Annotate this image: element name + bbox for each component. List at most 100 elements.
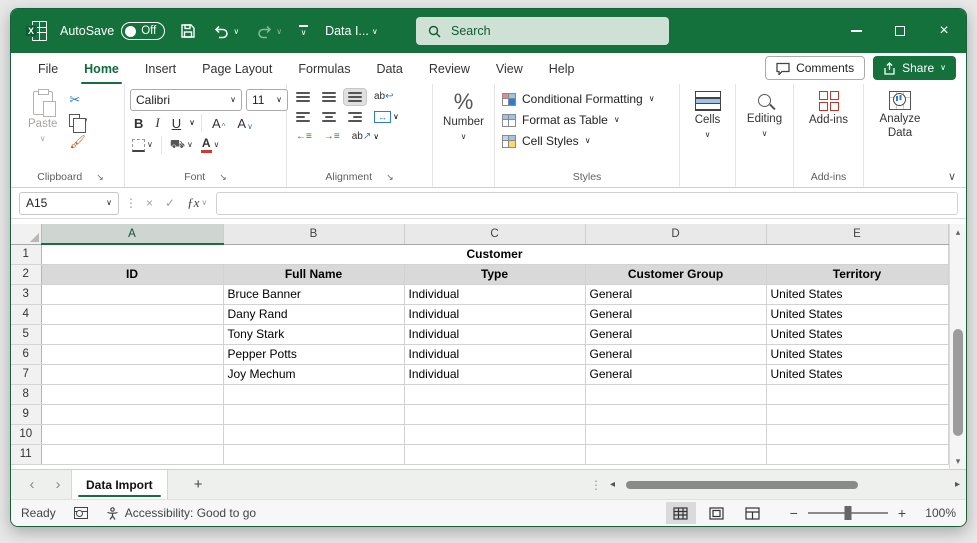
zoom-slider-track[interactable] xyxy=(807,506,888,520)
vertical-scroll-thumb[interactable] xyxy=(953,329,963,436)
cell[interactable] xyxy=(223,404,405,425)
cell[interactable] xyxy=(41,364,224,385)
cells-button[interactable]: Cells ∨ xyxy=(689,89,727,141)
underline-button[interactable]: U xyxy=(168,115,185,132)
cell[interactable]: United States xyxy=(766,364,949,385)
column-header-d[interactable]: D xyxy=(585,224,767,245)
merge-center-button[interactable]: ∨ xyxy=(370,108,403,126)
cell[interactable] xyxy=(41,444,224,465)
share-button[interactable]: Share ∨ xyxy=(873,56,956,80)
alignment-dialog-launcher[interactable]: ↘ xyxy=(386,172,394,183)
row-header-11[interactable]: 11 xyxy=(11,444,42,465)
paste-button[interactable]: Paste ∨ xyxy=(22,89,63,145)
cell-header[interactable]: ID xyxy=(41,264,224,285)
font-dialog-launcher[interactable]: ↘ xyxy=(219,172,227,183)
cell[interactable]: General xyxy=(585,284,767,305)
cell[interactable] xyxy=(585,424,767,445)
macro-record-button[interactable] xyxy=(72,505,90,521)
zoom-out-button[interactable]: − xyxy=(788,505,800,521)
redo-dropdown-icon[interactable]: ∨ xyxy=(276,27,282,36)
cell[interactable]: Joy Mechum xyxy=(223,364,405,385)
cell[interactable] xyxy=(404,444,586,465)
wrap-text-button[interactable]: ab↩ xyxy=(370,89,398,105)
cell[interactable] xyxy=(41,424,224,445)
cell[interactable] xyxy=(223,384,405,405)
minimize-button[interactable] xyxy=(834,9,878,53)
cell[interactable] xyxy=(766,424,949,445)
cell[interactable]: United States xyxy=(766,304,949,325)
normal-view-button[interactable] xyxy=(665,502,696,524)
tab-formulas[interactable]: Formulas xyxy=(285,53,363,84)
tab-review[interactable]: Review xyxy=(416,53,483,84)
horizontal-scrollbar[interactable]: ◂ ▸ xyxy=(610,470,960,499)
horizontal-scroll-thumb[interactable] xyxy=(625,480,858,489)
align-right-button[interactable] xyxy=(344,109,366,124)
sheet-tab-data-import[interactable]: Data Import xyxy=(71,470,168,499)
scroll-left-icon[interactable]: ◂ xyxy=(610,479,615,490)
vertical-scrollbar[interactable]: ▴ ▾ xyxy=(949,224,966,469)
search-box[interactable]: Search xyxy=(416,17,669,45)
addins-button[interactable]: Add-ins xyxy=(803,89,854,130)
row-header-10[interactable]: 10 xyxy=(11,424,42,445)
cell[interactable]: Pepper Potts xyxy=(223,344,405,365)
new-sheet-button[interactable]: + xyxy=(168,476,229,493)
italic-button[interactable]: I xyxy=(151,114,163,132)
number-format-button[interactable]: % Number ∨ xyxy=(437,89,490,143)
orientation-button[interactable]: ab↗ ∨ xyxy=(348,129,383,145)
cancel-entry-button[interactable]: × xyxy=(143,196,156,210)
confirm-entry-button[interactable]: ✓ xyxy=(162,196,178,210)
comments-button[interactable]: Comments xyxy=(765,56,866,80)
cell[interactable] xyxy=(766,384,949,405)
font-color-button[interactable]: A ∨ xyxy=(199,135,222,155)
tab-view[interactable]: View xyxy=(483,53,536,84)
save-button[interactable] xyxy=(178,21,198,41)
tab-home[interactable]: Home xyxy=(71,53,132,84)
column-header-b[interactable]: B xyxy=(223,224,405,245)
row-header-3[interactable]: 3 xyxy=(11,284,42,305)
customize-quick-access-button[interactable]: ∨ xyxy=(297,23,310,38)
cell[interactable]: Individual xyxy=(404,324,586,345)
sheet-grid[interactable]: A B C D E 1 Customer 2 ID Full Name Type Customer G… xyxy=(11,224,949,469)
copy-button[interactable]: ∨ xyxy=(67,112,90,133)
cell[interactable] xyxy=(404,424,586,445)
cell[interactable]: Individual xyxy=(404,344,586,365)
align-left-button[interactable] xyxy=(292,109,314,124)
close-button[interactable]: × xyxy=(922,9,966,53)
collapse-ribbon-button[interactable]: ∨ xyxy=(948,170,956,183)
tab-help[interactable]: Help xyxy=(536,53,588,84)
cell[interactable] xyxy=(766,404,949,425)
cell-header[interactable]: Type xyxy=(404,264,586,285)
autosave-control[interactable]: AutoSave Off xyxy=(60,22,166,40)
undo-button[interactable]: ∨ xyxy=(211,22,241,41)
cut-button[interactable]: ✂ xyxy=(67,91,90,108)
select-all-corner[interactable] xyxy=(11,224,42,245)
cell[interactable] xyxy=(404,404,586,425)
cell[interactable] xyxy=(766,444,949,465)
center-button[interactable] xyxy=(318,109,340,124)
cell[interactable]: General xyxy=(585,304,767,325)
row-header-1[interactable]: 1 xyxy=(11,244,42,265)
top-align-button[interactable] xyxy=(292,89,314,104)
cell[interactable]: Bruce Banner xyxy=(223,284,405,305)
cell[interactable]: Individual xyxy=(404,364,586,385)
column-header-e[interactable]: E xyxy=(766,224,949,245)
middle-align-button[interactable] xyxy=(318,89,340,104)
decrease-indent-button[interactable]: ←≡ xyxy=(292,129,316,145)
column-header-c[interactable]: C xyxy=(404,224,586,245)
cell-header[interactable]: Customer Group xyxy=(585,264,767,285)
column-header-a[interactable]: A xyxy=(41,224,224,245)
format-painter-button[interactable]: 🖌 xyxy=(67,133,90,150)
clipboard-dialog-launcher[interactable]: ↘ xyxy=(96,172,104,183)
accessibility-status[interactable]: Accessibility: Good to go xyxy=(106,506,256,520)
cell[interactable]: Individual xyxy=(404,284,586,305)
horizontal-scroll-track[interactable] xyxy=(619,480,951,490)
row-header-5[interactable]: 5 xyxy=(11,324,42,345)
row-header-7[interactable]: 7 xyxy=(11,364,42,385)
cell[interactable]: Individual xyxy=(404,304,586,325)
cell[interactable] xyxy=(41,404,224,425)
cell[interactable] xyxy=(41,284,224,305)
cell[interactable] xyxy=(585,404,767,425)
previous-sheet-button[interactable]: ‹ xyxy=(19,470,45,499)
zoom-in-button[interactable]: + xyxy=(896,505,908,521)
bottom-align-button[interactable] xyxy=(343,88,367,106)
